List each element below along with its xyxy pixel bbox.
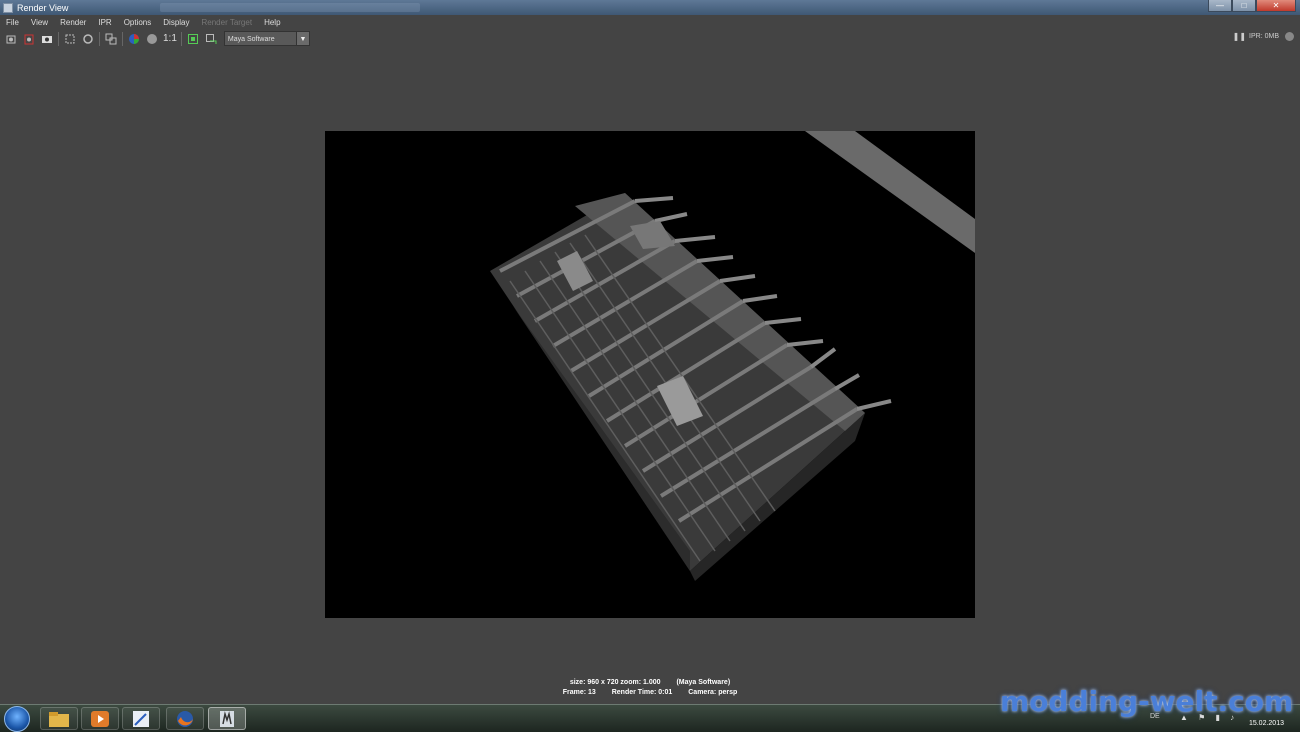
paint-icon[interactable] xyxy=(122,707,160,730)
frame-text: Frame: 13 xyxy=(562,689,596,696)
export-icon[interactable] xyxy=(204,32,218,46)
toolbar-separator xyxy=(180,31,182,46)
menu-display[interactable]: Display xyxy=(157,18,195,27)
rendered-image xyxy=(325,131,975,618)
alpha-channel-icon[interactable] xyxy=(145,32,159,46)
tray-date[interactable]: 15.02.2013 xyxy=(1249,720,1284,727)
start-button[interactable] xyxy=(4,706,30,732)
renderer-dropdown[interactable]: Maya Software ▼ xyxy=(223,31,310,46)
renderer-name-text: (Maya Software) xyxy=(676,679,731,686)
toolbar-separator xyxy=(122,31,123,46)
keep-image-icon[interactable] xyxy=(104,32,118,46)
render-time-text: Render Time: 0:01 xyxy=(611,689,673,696)
snapshot-icon[interactable] xyxy=(40,32,54,46)
chevron-down-icon: ▼ xyxy=(295,32,309,45)
house-frame-render xyxy=(490,131,975,581)
maximize-button[interactable]: □ xyxy=(1232,0,1256,12)
menu-help[interactable]: Help xyxy=(258,18,286,27)
title-bar: Render View — □ ✕ xyxy=(0,0,1300,15)
watermark-logo: modding-welt.com xyxy=(1000,685,1294,718)
menu-ipr[interactable]: IPR xyxy=(92,18,117,27)
minimize-button[interactable]: — xyxy=(1208,0,1232,12)
menu-render-target: Render Target xyxy=(201,17,253,27)
menu-options[interactable]: Options xyxy=(118,18,158,27)
title-path-blurred xyxy=(160,3,420,12)
ratio-1to1-button[interactable]: 1:1 xyxy=(163,33,177,44)
toolbar: 1:1 Maya Software ▼ ❚❚ IPR: 0MB xyxy=(0,29,1300,49)
maya-icon[interactable] xyxy=(208,707,246,730)
firefox-icon[interactable] xyxy=(166,707,204,730)
ipr-render-icon[interactable] xyxy=(22,32,36,46)
window-controls: — □ ✕ xyxy=(1208,0,1296,12)
menu-render[interactable]: Render xyxy=(54,18,92,27)
menu-view[interactable]: View xyxy=(25,18,54,27)
menu-file[interactable]: File xyxy=(0,18,25,27)
camera-text: Camera: persp xyxy=(688,689,738,696)
close-button[interactable]: ✕ xyxy=(1256,0,1296,12)
menu-bar: File View Render IPR Options Display Ren… xyxy=(0,15,1300,29)
window-title: Render View xyxy=(17,2,69,13)
toolbar-separator xyxy=(58,31,59,46)
display-real-size-icon[interactable] xyxy=(186,32,200,46)
ipr-memory-label: IPR: 0MB xyxy=(1249,33,1279,40)
ipr-status-indicator-icon xyxy=(1285,32,1294,41)
render-size-text: size: 960 x 720 zoom: 1.000 xyxy=(569,679,661,686)
toolbar-separator xyxy=(99,31,100,46)
render-region-icon[interactable] xyxy=(63,32,77,46)
media-player-icon[interactable] xyxy=(81,707,119,730)
explorer-icon[interactable] xyxy=(40,707,78,730)
render-view-app-icon xyxy=(3,2,13,13)
refresh-icon[interactable] xyxy=(81,32,95,46)
redo-render-icon[interactable] xyxy=(4,32,18,46)
ipr-status: ❚❚ IPR: 0MB xyxy=(1233,32,1294,41)
render-viewport[interactable]: size: 960 x 720 zoom: 1.000 (Maya Softwa… xyxy=(0,48,1300,704)
pause-icon[interactable]: ❚❚ xyxy=(1233,32,1246,41)
renderer-value: Maya Software xyxy=(227,36,275,43)
rgb-channels-icon[interactable] xyxy=(127,32,141,46)
